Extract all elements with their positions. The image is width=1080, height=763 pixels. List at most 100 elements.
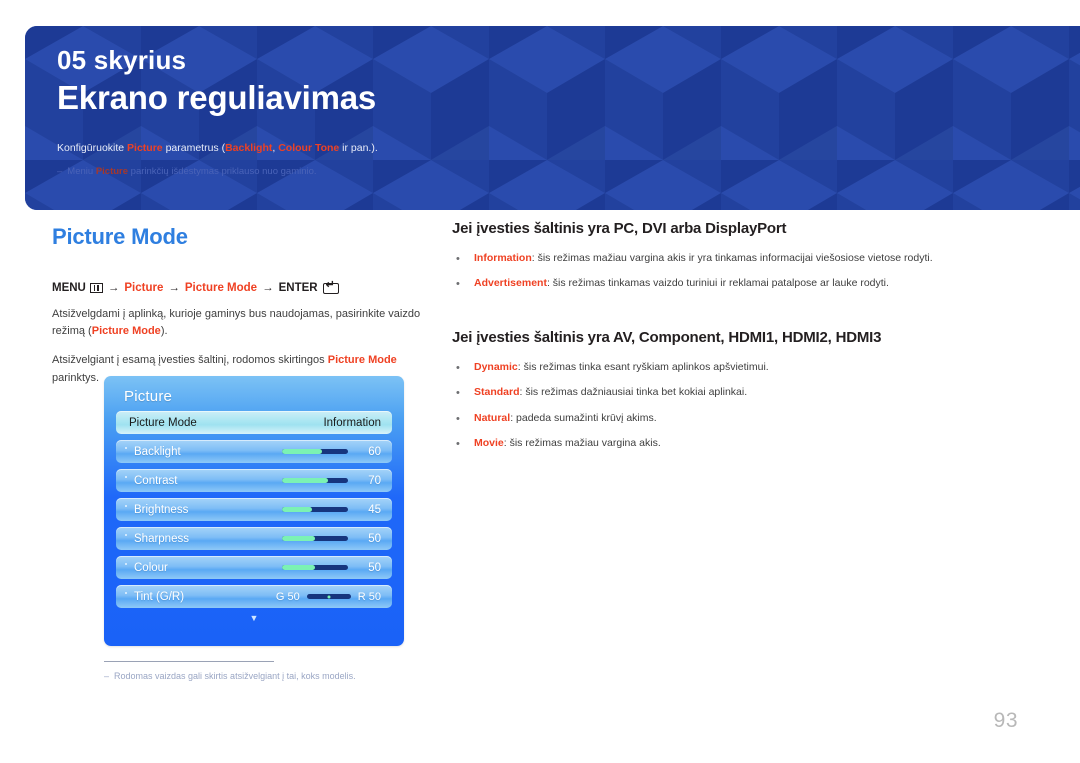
osd-slider-track[interactable] xyxy=(282,478,348,483)
paragraph1-part-b: ). xyxy=(160,325,168,338)
right-column: Jei įvesties šaltinis yra PC, DVI arba D… xyxy=(452,220,1052,462)
mode-description: : šis režimas tinkamas vaizdo turiniui i… xyxy=(546,277,889,290)
bullet-icon: • xyxy=(456,438,460,450)
list-item: • Natural: padeda sumažinti krūvį akims. xyxy=(452,411,1052,428)
banner-note-dash: – xyxy=(57,166,63,178)
mode-name: Natural xyxy=(474,411,511,424)
banner-desc-mid: parametrus ( xyxy=(162,142,226,155)
mode-list-pc: • Information: šis režimas mažiau vargin… xyxy=(452,251,1052,293)
subsection-heading-av-component-hdmi: Jei įvesties šaltinis yra AV, Component,… xyxy=(452,328,882,346)
tv-osd-menu-panel: Picture Picture Mode Information Backlig… xyxy=(104,376,404,646)
banner-desc-keyword-colour-tone: Colour Tone xyxy=(278,142,340,155)
osd-tint-control[interactable]: G 50 R 50 xyxy=(276,591,381,603)
menu-icon xyxy=(89,283,103,294)
banner-note-post: parinkčių išdėstymas priklauso nuo gamin… xyxy=(128,166,317,178)
osd-row-label: Backlight xyxy=(134,445,181,458)
bullet-dot-icon xyxy=(125,592,127,594)
osd-row-label: Picture Mode xyxy=(129,416,197,429)
list-item: • Standard: šis režimas dažniausiai tink… xyxy=(452,385,1052,402)
osd-row-value: 45 xyxy=(368,503,381,516)
osd-slider-fill xyxy=(282,478,329,483)
mode-name: Movie xyxy=(474,437,504,449)
mode-list-av: • Dynamic: šis režimas tinka esant ryški… xyxy=(452,360,1052,453)
osd-scroll-down-arrow-icon[interactable]: ▼ xyxy=(116,614,392,623)
osd-tint-green-value: G 50 xyxy=(275,590,300,603)
mode-name: Dynamic xyxy=(474,360,518,373)
banner-note: – Meniu Picture parinkčių išdėstymas prik… xyxy=(57,165,1080,179)
list-item: • Information: šis režimas mažiau vargin… xyxy=(452,251,1052,268)
bullet-dot-icon xyxy=(125,563,127,565)
menu-label: MENU xyxy=(52,282,86,295)
chapter-banner: 05 skyrius Ekrano reguliavimas Konfigūru… xyxy=(25,26,1080,210)
mode-description: : šis režimas mažiau vargina akis ir yra… xyxy=(531,251,933,264)
path-arrow-2: → xyxy=(168,282,180,295)
page-number: 93 xyxy=(993,709,1018,732)
footnote-text: – Rodomas vaizdas gali skirtis atsižvelgi… xyxy=(104,670,356,684)
mode-name: Advertisement xyxy=(474,277,547,290)
menu-path-item-picture: Picture xyxy=(124,282,164,295)
footnote-body: Rodomas vaizdas gali skirtis atsižvelgia… xyxy=(114,671,356,681)
osd-menu-title: Picture xyxy=(124,388,173,405)
bullet-icon: • xyxy=(456,412,460,425)
osd-slider-track[interactable] xyxy=(282,565,348,570)
osd-row-sharpness[interactable]: Sharpness 50 xyxy=(116,527,392,550)
bullet-icon: • xyxy=(456,361,460,374)
osd-row-tint[interactable]: Tint (G/R) G 50 R 50 xyxy=(116,585,392,608)
list-item-text: Advertisement: šis režimas tinkamas vaiz… xyxy=(474,276,889,292)
paragraph2-part-b: parinktys. xyxy=(52,371,100,384)
banner-description: Konfigūruokite Picture parametrus (Backl… xyxy=(57,141,1080,157)
osd-row-colour[interactable]: Colour 50 xyxy=(116,556,392,579)
paragraph2-keyword: Picture Mode xyxy=(327,354,397,367)
osd-slider-fill xyxy=(282,565,315,570)
section-heading-picture-mode: Picture Mode xyxy=(52,224,188,249)
osd-row-value: 50 xyxy=(368,561,381,574)
list-item-text: Dynamic: šis režimas tinka esant ryškiam… xyxy=(474,360,769,376)
list-item-text: Standard: šis režimas dažniausiai tinka … xyxy=(474,385,747,401)
paragraph2-part-a: Atsižvelgiant į esamą įvesties šaltinį, … xyxy=(52,354,328,367)
manual-page: 05 skyrius Ekrano reguliavimas Konfigūru… xyxy=(0,0,1080,763)
banner-desc-keyword-backlight: Backlight xyxy=(225,142,273,155)
bullet-icon: • xyxy=(456,252,460,265)
list-item: • Dynamic: šis režimas tinka esant ryški… xyxy=(452,360,1052,377)
enter-label: ENTER xyxy=(278,282,318,295)
list-item: • Advertisement: šis režimas tinkamas va… xyxy=(452,276,1052,293)
banner-desc-keyword-picture: Picture xyxy=(127,142,163,155)
path-arrow-3: → xyxy=(262,282,274,295)
bullet-dot-icon xyxy=(125,534,127,536)
osd-row-value: Information xyxy=(323,416,381,429)
paragraph-picture-mode-intro: Atsižvelgdami į aplinką, kurioje gaminys… xyxy=(52,306,442,340)
osd-slider-fill xyxy=(282,449,322,454)
osd-slider-fill xyxy=(282,536,315,541)
osd-slider-track[interactable] xyxy=(282,507,348,512)
bullet-dot-icon xyxy=(125,447,127,449)
banner-note-keyword: Picture xyxy=(95,166,129,178)
enter-key-icon xyxy=(322,280,339,294)
osd-row-picture-mode[interactable]: Picture Mode Information xyxy=(116,411,392,434)
menu-navigation-path: MENU → Picture → Picture Mode → ENTER xyxy=(52,280,442,295)
menu-path-item-picture-mode: Picture Mode xyxy=(184,282,258,295)
mode-name: Standard xyxy=(474,386,520,398)
osd-row-value: 70 xyxy=(368,474,381,487)
osd-tint-track[interactable] xyxy=(306,594,351,599)
mode-description: : šis režimas tinka esant ryškiam aplink… xyxy=(517,360,769,373)
osd-row-brightness[interactable]: Brightness 45 xyxy=(116,498,392,521)
osd-row-contrast[interactable]: Contrast 70 xyxy=(116,469,392,492)
mode-name: Information xyxy=(474,251,532,264)
bullet-dot-icon xyxy=(125,505,127,507)
osd-row-backlight[interactable]: Backlight 60 xyxy=(116,440,392,463)
osd-tint-red-value: R 50 xyxy=(357,590,381,603)
bullet-icon: • xyxy=(456,278,460,291)
list-item-text: Natural: padeda sumažinti krūvį akims. xyxy=(474,411,657,427)
osd-row-value: 60 xyxy=(368,445,381,458)
osd-row-label: Brightness xyxy=(134,503,189,516)
left-column: Picture Mode MENU → Picture → Picture Mo… xyxy=(52,224,442,681)
footnote-divider xyxy=(104,661,274,662)
osd-slider-track[interactable] xyxy=(282,449,348,454)
banner-note-pre: Meniu xyxy=(67,166,96,178)
bullet-dot-icon xyxy=(125,476,127,478)
list-item: • Movie: šis režimas mažiau vargina akis… xyxy=(452,436,1052,453)
osd-slider-fill xyxy=(282,507,312,512)
footnote-dash: – xyxy=(104,671,110,681)
subsection-heading-pc-dvi-displayport: Jei įvesties šaltinis yra PC, DVI arba D… xyxy=(452,220,787,237)
osd-slider-track[interactable] xyxy=(282,536,348,541)
